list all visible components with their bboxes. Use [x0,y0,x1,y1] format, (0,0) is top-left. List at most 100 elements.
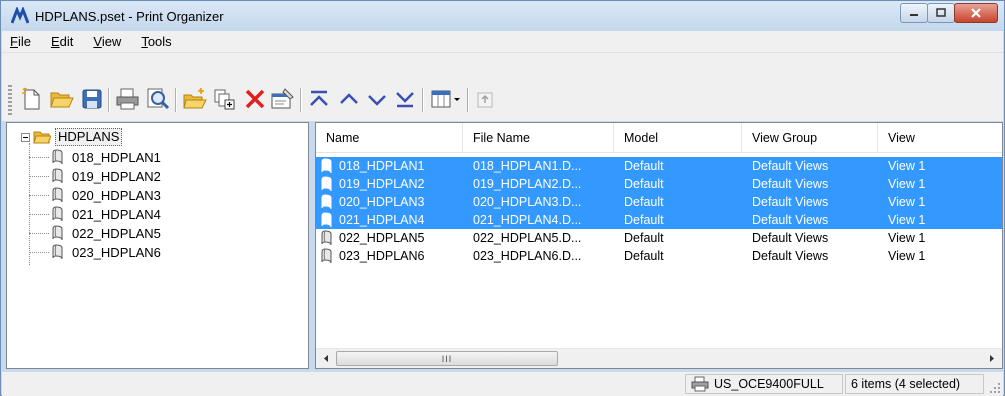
tree-item-label: 022_HDPLAN5 [72,225,161,241]
table-row[interactable]: 023_HDPLAN6 023_HDPLAN6.D... Default Defaul… [316,247,1002,265]
new-button[interactable] [16,84,46,114]
maximize-button[interactable] [927,3,955,23]
delete-button[interactable] [240,84,270,114]
cell-name: 019_HDPLAN2 [316,176,463,192]
status-bar: US_OCE9400FULL 6 items (4 selected) [2,372,1003,396]
print-button[interactable] [113,84,143,114]
column-header-file-name[interactable]: File Name [463,123,614,153]
cell-name: 022_HDPLAN5 [316,230,463,246]
tree-item-label: 018_HDPLAN1 [72,149,161,165]
resize-grip-icon[interactable] [989,382,1001,394]
tree-item[interactable]: 022_HDPLAN5 [51,224,161,242]
sheet-icon [321,158,332,174]
menu-bar: File Edit View Tools [2,31,1003,53]
tree-item[interactable]: 019_HDPLAN2 [51,167,161,185]
column-header-view[interactable]: View [878,123,1002,153]
columns-view-icon [431,90,460,108]
minimize-icon [910,14,918,16]
table-row[interactable]: 018_HDPLAN1 018_HDPLAN1.D... Default Defaul… [316,157,1002,175]
minimize-button[interactable] [900,3,928,23]
close-button[interactable] [954,3,998,23]
tree-item-label: 019_HDPLAN2 [72,168,161,184]
add-files-button[interactable] [210,84,240,114]
menu-tools[interactable]: Tools [131,31,181,53]
list-header: Name File Name Model View Group View [316,123,1002,153]
table-row[interactable]: 019_HDPLAN2 019_HDPLAN2.D... Default Defaul… [316,175,1002,193]
column-header-name[interactable]: Name [316,123,463,153]
scroll-right-button[interactable] [983,349,1001,368]
open-button[interactable] [47,84,77,114]
toolbar-separator [175,88,176,112]
title-bar[interactable]: HDPLANS.pset - Print Organizer [1,1,1004,31]
tree-root-hdplans[interactable]: HDPLANS [21,128,123,146]
status-printer[interactable]: US_OCE9400FULL [685,374,843,394]
move-to-top-icon [310,90,328,106]
horizontal-scrollbar[interactable]: III [316,348,1002,368]
cell-file: 019_HDPLAN2.D... [473,177,582,191]
cell-name: 021_HDPLAN4 [316,212,463,228]
collapse-icon[interactable] [21,132,30,142]
cell-view: View 1 [888,159,926,173]
cell-group: Default Views [752,213,829,227]
toolbar-grip[interactable] [8,85,12,115]
move-to-bottom-icon [396,92,414,108]
tree-root-label: HDPLANS [55,128,123,146]
move-up-button[interactable] [334,84,364,114]
toolbar [2,53,1003,121]
cell-name: 018_HDPLAN1 [316,158,463,174]
columns-view-button[interactable] [428,84,464,114]
table-row[interactable]: 020_HDPLAN3 020_HDPLAN3.D... Default Defaul… [316,193,1002,211]
column-header-view-group[interactable]: View Group [742,123,878,153]
column-header-model[interactable]: Model [614,123,742,153]
cell-name-text: 019_HDPLAN2 [339,177,425,191]
sheet-icon [321,212,332,228]
tree-connector [29,214,49,215]
add-folder-icon [183,88,207,109]
table-row[interactable]: 022_HDPLAN5 022_HDPLAN5.D... Default Defaul… [316,229,1002,247]
cell-group: Default Views [752,159,829,173]
move-to-top-button[interactable] [304,84,334,114]
cell-model: Default [624,177,664,191]
cell-view: View 1 [888,249,926,263]
sheet-icon [321,248,332,264]
add-folder-button[interactable] [180,84,210,114]
cell-model: Default [624,213,664,227]
scrollbar-thumb[interactable]: III [336,351,558,366]
tree-connector [29,233,49,234]
menu-file[interactable]: File [2,31,41,53]
tree-item[interactable]: 020_HDPLAN3 [51,186,161,204]
cell-model: Default [624,195,664,209]
sheet-icon [321,230,332,246]
list-pane[interactable]: Name File Name Model View Group View 018… [315,122,1003,369]
tree-item[interactable]: 023_HDPLAN6 [51,243,161,261]
tree-pane[interactable]: HDPLANS 018_HDPLAN1 019_HDPLAN2 020_HDPLAN… [6,122,309,369]
properties-button[interactable] [268,84,298,114]
tree-connector [29,157,49,158]
move-down-button[interactable] [362,84,392,114]
new-icon [22,87,40,110]
sheet-icon [52,149,63,165]
tree-item[interactable]: 018_HDPLAN1 [51,148,161,166]
menu-view[interactable]: View [83,31,131,53]
open-folder-icon [50,92,74,108]
sheet-icon [321,176,332,192]
folder-icon [33,131,51,144]
export-button[interactable] [471,84,501,114]
save-button[interactable] [77,84,107,114]
cell-name-text: 018_HDPLAN1 [339,159,425,173]
table-row[interactable]: 021_HDPLAN4 021_HDPLAN4.D... Default Defaul… [316,211,1002,229]
scroll-left-button[interactable] [317,349,335,368]
move-to-bottom-button[interactable] [390,84,420,114]
cell-name: 020_HDPLAN3 [316,194,463,210]
maximize-icon [936,8,946,17]
tree-item[interactable]: 021_HDPLAN4 [51,205,161,223]
window-title: HDPLANS.pset - Print Organizer [35,8,224,24]
move-up-icon [340,93,358,104]
menu-edit[interactable]: Edit [41,31,83,53]
status-item-count: 6 items (4 selected) [845,374,984,394]
print-organizer-app-icon[interactable] [11,7,29,25]
cell-file: 021_HDPLAN4.D... [473,213,582,227]
print-preview-button[interactable] [143,84,173,114]
move-down-icon [368,95,386,106]
tree-item-label: 023_HDPLAN6 [72,244,161,260]
